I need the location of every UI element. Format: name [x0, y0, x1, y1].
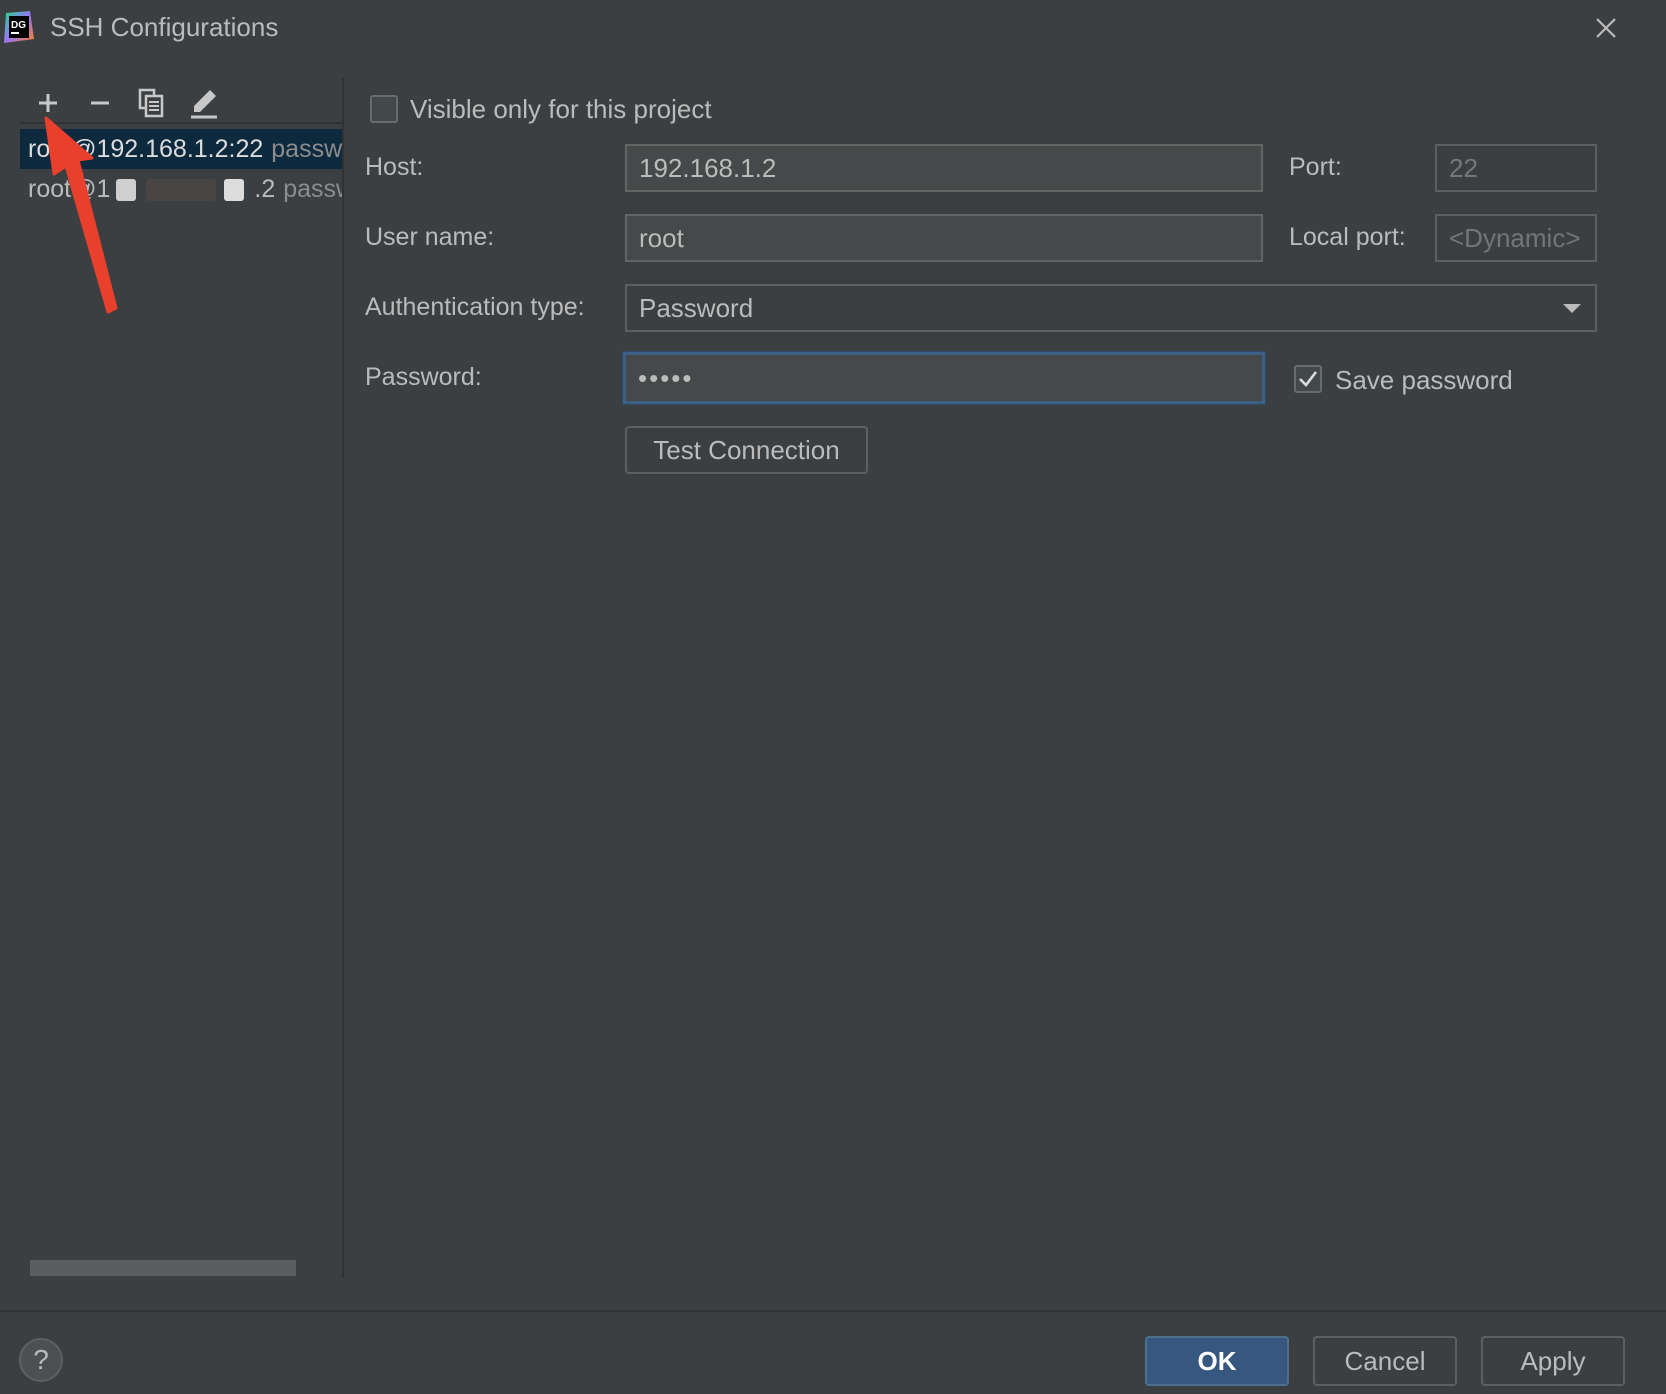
host-field[interactable]: [625, 144, 1263, 192]
checkmark-icon: [1299, 371, 1318, 387]
help-button[interactable]: ?: [19, 1338, 63, 1382]
password-field[interactable]: [623, 352, 1265, 404]
horizontal-scrollbar[interactable]: [30, 1260, 296, 1276]
auth-type-dropdown[interactable]: Password: [625, 284, 1597, 332]
config-auth-type: password: [283, 175, 342, 203]
annotation-arrow-icon: [40, 112, 130, 322]
copy-icon[interactable]: [134, 85, 170, 121]
port-label: Port:: [1289, 153, 1342, 181]
host-label: Host:: [365, 153, 424, 181]
config-address-suffix: .2: [254, 175, 276, 203]
auth-type-selected: Password: [639, 293, 754, 323]
auth-type-label: Authentication type:: [365, 293, 585, 321]
datagrip-logo-icon: DG: [4, 11, 34, 43]
password-label: Password:: [365, 363, 482, 391]
config-auth-type: password: [271, 135, 342, 163]
redacted-text: [224, 179, 245, 202]
visible-only-checkbox[interactable]: [370, 95, 398, 123]
local-port-field[interactable]: [1435, 214, 1597, 262]
chevron-down-icon: [1561, 286, 1583, 343]
svg-text:DG: DG: [11, 20, 26, 31]
apply-button[interactable]: Apply: [1481, 1336, 1625, 1386]
test-connection-button[interactable]: Test Connection: [625, 426, 868, 474]
footer-separator: [0, 1310, 1666, 1312]
user-name-field[interactable]: [625, 214, 1263, 262]
title-bar: DG SSH Configurations: [0, 0, 1666, 60]
edit-icon[interactable]: [186, 85, 222, 121]
save-password-label: Save password: [1335, 365, 1513, 395]
local-port-label: Local port:: [1289, 223, 1406, 251]
ok-button[interactable]: OK: [1145, 1336, 1289, 1386]
dialog-title: SSH Configurations: [50, 12, 279, 42]
cancel-button[interactable]: Cancel: [1313, 1336, 1457, 1386]
panel-divider[interactable]: [342, 78, 344, 1278]
port-field[interactable]: [1435, 144, 1597, 192]
user-name-label: User name:: [365, 223, 495, 251]
redacted-text: [146, 179, 217, 202]
visible-only-label: Visible only for this project: [410, 94, 712, 124]
close-icon[interactable]: [1590, 12, 1622, 44]
save-password-checkbox[interactable]: [1294, 365, 1322, 393]
